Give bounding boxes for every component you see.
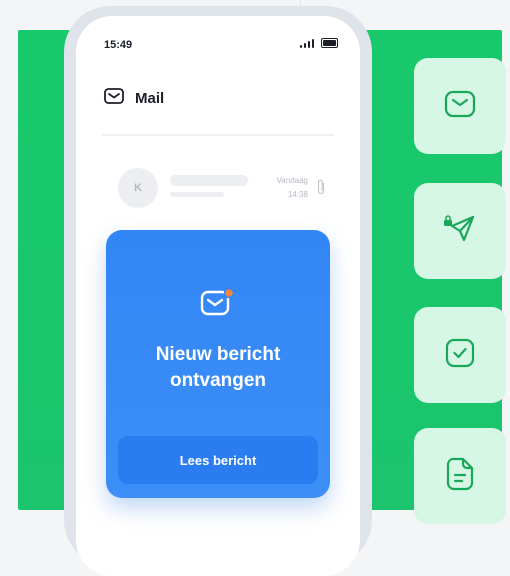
paperclip-icon bbox=[316, 178, 326, 201]
secure-send-icon bbox=[442, 213, 478, 250]
message-list-item[interactable]: K Vandaag 14:38 bbox=[102, 168, 334, 208]
mail-card bbox=[414, 58, 506, 154]
status-icons bbox=[300, 38, 338, 48]
message-date: Vandaag 14:38 bbox=[277, 174, 308, 202]
phone-screen: 15:49 Mail K Vandaag 14:38 Nieuw bericht… bbox=[76, 16, 360, 576]
subject-placeholder bbox=[170, 192, 224, 197]
battery-icon bbox=[321, 38, 338, 48]
sender-placeholder bbox=[170, 175, 248, 186]
document-card bbox=[414, 428, 506, 524]
mail-notification-icon bbox=[200, 286, 236, 323]
header-divider bbox=[102, 134, 334, 136]
signal-icon bbox=[300, 38, 314, 48]
mail-title: Mail bbox=[135, 90, 165, 107]
checked-icon bbox=[445, 338, 475, 373]
mail-icon bbox=[444, 90, 476, 123]
mail-icon bbox=[104, 88, 124, 109]
status-time: 15:49 bbox=[104, 39, 133, 51]
document-icon bbox=[446, 457, 474, 496]
avatar: K bbox=[118, 168, 158, 208]
secure-send-card bbox=[414, 183, 506, 279]
mail-header: Mail bbox=[104, 88, 164, 109]
read-message-button[interactable]: Lees bericht bbox=[118, 436, 318, 484]
message-time-label: 14:38 bbox=[287, 190, 308, 199]
checked-card bbox=[414, 307, 506, 403]
new-message-notification[interactable]: Nieuw bericht ontvangen Lees bericht bbox=[106, 230, 330, 498]
notification-title: Nieuw bericht ontvangen bbox=[155, 344, 281, 391]
message-date-label: Vandaag bbox=[276, 176, 308, 185]
